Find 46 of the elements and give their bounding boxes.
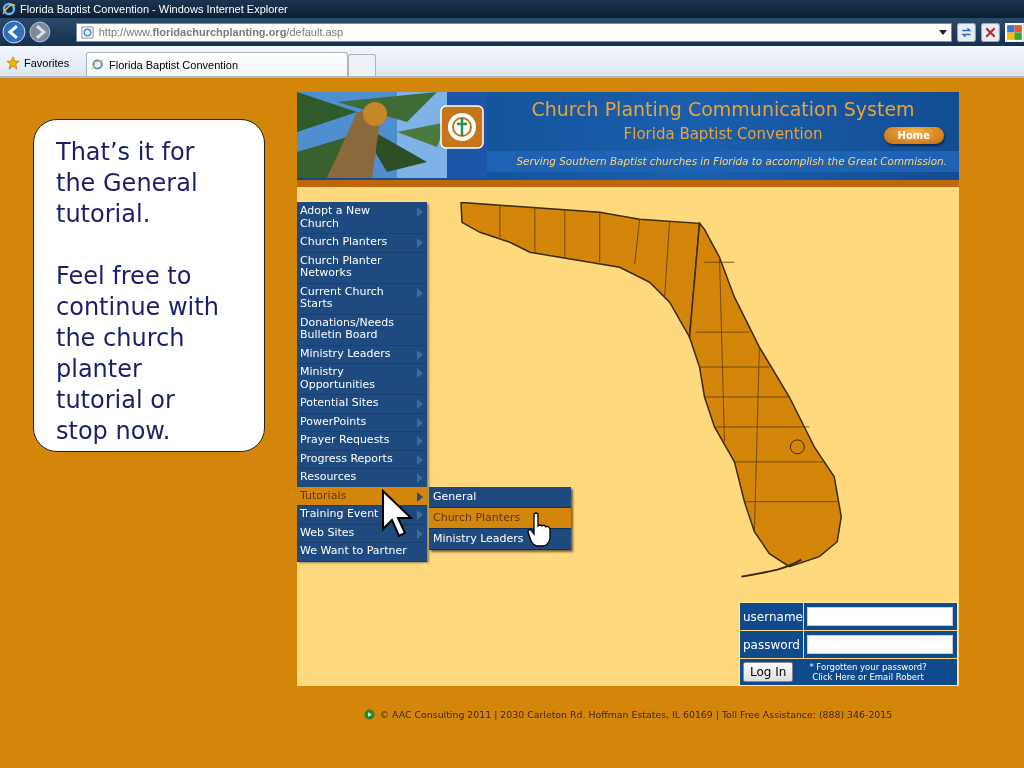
logo-icon: [440, 105, 484, 149]
menu-item[interactable]: PowerPoints: [297, 412, 427, 432]
back-button[interactable]: [2, 20, 26, 44]
submenu-item[interactable]: General: [429, 486, 571, 508]
username-field[interactable]: [807, 607, 953, 626]
favorites-button[interactable]: Favorites: [0, 50, 76, 76]
password-label: password: [740, 631, 804, 658]
menu-item[interactable]: Adopt a New Church: [297, 202, 427, 234]
menu-item[interactable]: Ministry Leaders: [297, 344, 427, 364]
callout-text: That’s it for the General tutorial.: [56, 137, 199, 230]
menu-item[interactable]: Church Planter Networks: [297, 251, 427, 284]
search-provider-icon[interactable]: [1005, 22, 1024, 42]
menu-item[interactable]: Web Sites: [297, 523, 427, 543]
window-title: Florida Baptist Convention - Windows Internet Explorer: [20, 3, 288, 15]
menu-item[interactable]: Current Church Starts: [297, 282, 427, 315]
site-subtitle: Florida Baptist Convention: [623, 125, 823, 143]
submenu-item[interactable]: Ministry Leaders: [429, 528, 571, 550]
password-field[interactable]: [807, 635, 953, 654]
menu-item[interactable]: Progress Reports: [297, 449, 427, 469]
menu-item[interactable]: Potential Sites: [297, 394, 427, 414]
refresh-button[interactable]: [957, 22, 977, 42]
menu-item[interactable]: We Want to Partner: [297, 542, 427, 562]
menu-item[interactable]: Training Event: [297, 505, 427, 525]
pointer-cursor-icon: [381, 488, 413, 539]
footer-text: © AAC Consulting 2011 | 2030 Carleton Rd. Hoffman Estates, IL 60169 | Toll Free Assistance: (888) 346-2015: [379, 709, 893, 720]
menu-item[interactable]: Donations/Needs Bulletin Board: [297, 313, 427, 346]
callout-text: Feel free to continue with the church planter tutorial or stop now.: [56, 261, 220, 447]
username-label: username: [740, 603, 804, 630]
hand-cursor-icon: [527, 511, 551, 548]
login-button[interactable]: Log In: [743, 662, 794, 682]
browser-logo-icon: [2, 2, 16, 16]
page-icon: [80, 25, 94, 39]
menu-item[interactable]: Church Planters: [297, 233, 427, 253]
stop-button[interactable]: [981, 22, 1001, 42]
dropdown-caret-icon[interactable]: [939, 29, 948, 35]
play-icon: [363, 709, 375, 720]
browser-logo-icon: [91, 58, 104, 71]
star-icon: [6, 56, 20, 70]
menu-item[interactable]: Prayer Requests: [297, 431, 427, 451]
browser-tab[interactable]: Florida Baptist Convention: [86, 52, 348, 76]
forward-button[interactable]: [27, 20, 52, 44]
site-tagline: Serving Southern Baptist churches in Florida to accomplish the Great Commission.: [487, 151, 959, 172]
menu-item[interactable]: Ministry Opportunities: [297, 363, 427, 395]
forgot-password-link[interactable]: * Forgotten your password? Click Here or Email Robert: [809, 662, 927, 682]
site-title: Church Planting Communication System: [531, 98, 915, 120]
address-field[interactable]: http://www.floridachurchplanting.org/default.asp: [75, 22, 953, 42]
